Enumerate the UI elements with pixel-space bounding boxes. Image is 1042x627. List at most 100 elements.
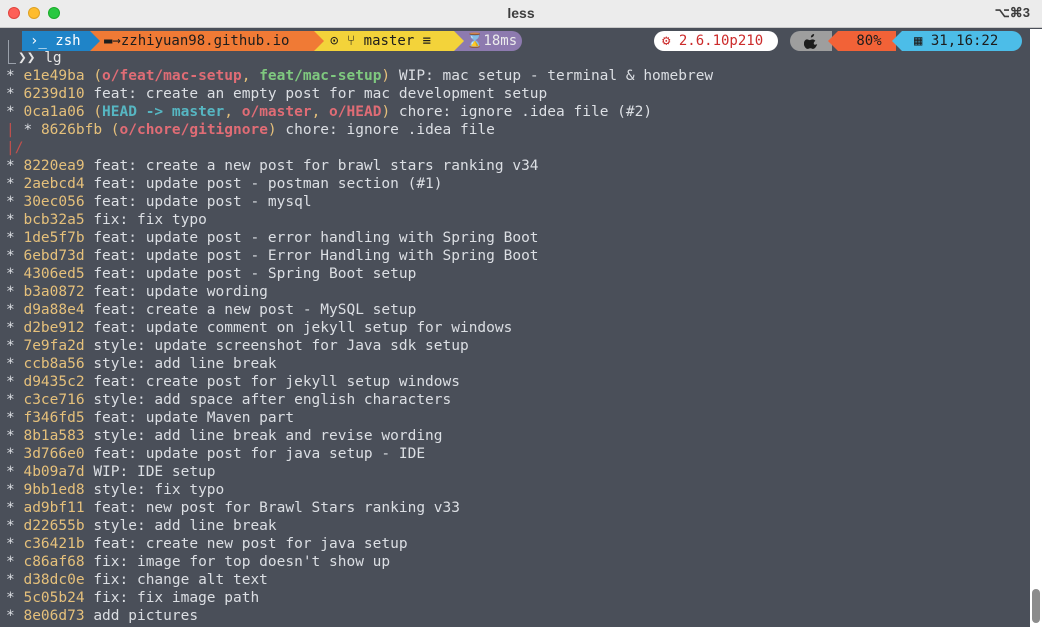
commit-line: * c36421b feat: create new post for java…	[6, 535, 713, 553]
scrollbar-thumb[interactable]	[1032, 589, 1040, 623]
graph-node: *	[6, 446, 24, 462]
commit-hash: 5c05b24	[23, 590, 85, 606]
log-space	[85, 194, 94, 210]
log-space	[85, 320, 94, 336]
ref-sep: ,	[241, 68, 260, 84]
commit-hash: 6ebd73d	[23, 248, 85, 264]
commit-message: style: add line break	[93, 356, 277, 372]
log-space	[85, 608, 94, 624]
segment-separator-icon	[454, 31, 464, 51]
prompt-path-segment: ▬→zzhiyuan98.github.io	[90, 31, 314, 51]
commit-line: * 4b09a7d WIP: IDE setup	[6, 463, 713, 481]
commit-message: fix: change alt text	[93, 572, 268, 588]
graph-node: *	[6, 176, 24, 192]
commit-line: * f346fd5 feat: update Maven part	[6, 409, 713, 427]
commit-hash: 4306ed5	[23, 266, 85, 282]
log-space	[85, 104, 94, 120]
commit-message: feat: update wording	[93, 284, 268, 300]
log-space	[85, 230, 94, 246]
graph-node: *	[6, 104, 24, 120]
commit-message: chore: ignore .idea file (#2)	[398, 104, 653, 120]
commit-line: * 0ca1a06 (HEAD -> master, o/master, o/H…	[6, 103, 713, 121]
ref-sep: ,	[311, 104, 330, 120]
ref-sep: ,	[224, 104, 242, 120]
commit-hash: 4b09a7d	[23, 464, 85, 480]
log-space	[85, 68, 94, 84]
commit-hash: 8b1a583	[23, 428, 85, 444]
ref-paren: )	[381, 104, 399, 120]
commit-message: feat: update post - Spring Boot setup	[93, 266, 417, 282]
log-space	[85, 392, 94, 408]
log-space	[85, 284, 94, 300]
commit-hash: d9435c2	[23, 374, 85, 390]
commit-hash: 30ec056	[23, 194, 85, 210]
commit-line: | * 8626bfb (o/chore/gitignore) chore: i…	[6, 121, 713, 139]
commit-line: * d22655b style: add line break	[6, 517, 713, 535]
commit-line: * d9a88e4 feat: create a new post - MySQ…	[6, 301, 713, 319]
commit-ref: HEAD -> master	[102, 104, 225, 120]
commit-hash: 8220ea9	[23, 158, 85, 174]
log-space	[85, 554, 94, 570]
commit-hash: 8626bfb	[40, 122, 103, 138]
log-space	[85, 86, 94, 102]
commit-message: feat: create post for jekyll setup windo…	[93, 374, 460, 390]
segment-separator-icon	[892, 31, 902, 51]
prompt-duration-segment: ⌛18ms	[454, 31, 522, 51]
commit-hash: c3ce716	[23, 392, 85, 408]
commit-message: WIP: IDE setup	[93, 464, 216, 480]
commit-message: feat: update post - Error Handling with …	[93, 248, 539, 264]
graph-node: *	[6, 464, 24, 480]
commit-ref: o/HEAD	[329, 104, 382, 120]
commit-line: * 3d766e0 feat: update post for java set…	[6, 445, 713, 463]
commit-message: feat: update Maven part	[93, 410, 295, 426]
commit-hash: 2aebcd4	[23, 176, 85, 192]
graph-node: *	[6, 302, 24, 318]
graph-node: *	[6, 194, 24, 210]
commit-line: * 6ebd73d feat: update post - Error Hand…	[6, 247, 713, 265]
commit-message: feat: create new post for java setup	[93, 536, 408, 552]
commit-message: feat: update post - postman section (#1)	[93, 176, 443, 192]
window-title: less	[507, 5, 535, 21]
commit-hash: f346fd5	[23, 410, 85, 426]
graph-node: *	[6, 86, 24, 102]
graph-node: *	[6, 356, 24, 372]
log-space	[85, 590, 94, 606]
powerline-prompt: ›_ zsh ▬→zzhiyuan98.github.io ⊙ ⑂ master…	[0, 30, 1030, 52]
commit-hash: d2be912	[23, 320, 85, 336]
prompt-clock-segment: ▦ 31,16:22	[902, 31, 1022, 51]
commit-message: feat: create a new post - MySQL setup	[93, 302, 417, 318]
graph-node: *	[6, 68, 24, 84]
log-space	[85, 518, 94, 534]
commit-hash: e1e49ba	[23, 68, 85, 84]
scrollbar-track[interactable]	[1030, 29, 1042, 627]
commit-message: fix: fix image path	[93, 590, 260, 606]
ref-paren: )	[267, 122, 286, 138]
commit-message: feat: create an empty post for mac devel…	[93, 86, 548, 102]
prompt-shell-segment: ›_ zsh	[22, 31, 90, 51]
graph-node: *	[6, 158, 24, 174]
commit-hash: bcb32a5	[23, 212, 85, 228]
commit-hash: 0ca1a06	[23, 104, 85, 120]
prompt-connector	[8, 40, 16, 64]
commit-message: style: add space after english character…	[93, 392, 452, 408]
commit-hash: 8e06d73	[23, 608, 85, 624]
commit-line: * ad9bf11 feat: new post for Brawl Stars…	[6, 499, 713, 517]
prompt-ruby-version-segment: ⚙ 2.6.10p210	[654, 31, 778, 51]
commit-hash: c86af68	[23, 554, 85, 570]
log-space	[85, 572, 94, 588]
commit-message: style: add line break	[93, 518, 277, 534]
commit-line: * 5c05b24 fix: fix image path	[6, 589, 713, 607]
commit-message: feat: update comment on jekyll setup for…	[93, 320, 513, 336]
log-space	[85, 248, 94, 264]
commit-message: feat: create a new post for brawl stars …	[93, 158, 539, 174]
log-space	[85, 500, 94, 516]
commit-ref: o/master	[241, 104, 312, 120]
graph-node: *	[6, 518, 24, 534]
commit-message: feat: update post - mysql	[93, 194, 312, 210]
log-space	[85, 338, 94, 354]
graph-node: *	[6, 572, 24, 588]
git-log-output: * e1e49ba (o/feat/mac-setup, feat/mac-se…	[6, 67, 713, 625]
commit-hash: d22655b	[23, 518, 85, 534]
log-space	[85, 428, 94, 444]
commit-message: style: fix typo	[93, 482, 225, 498]
